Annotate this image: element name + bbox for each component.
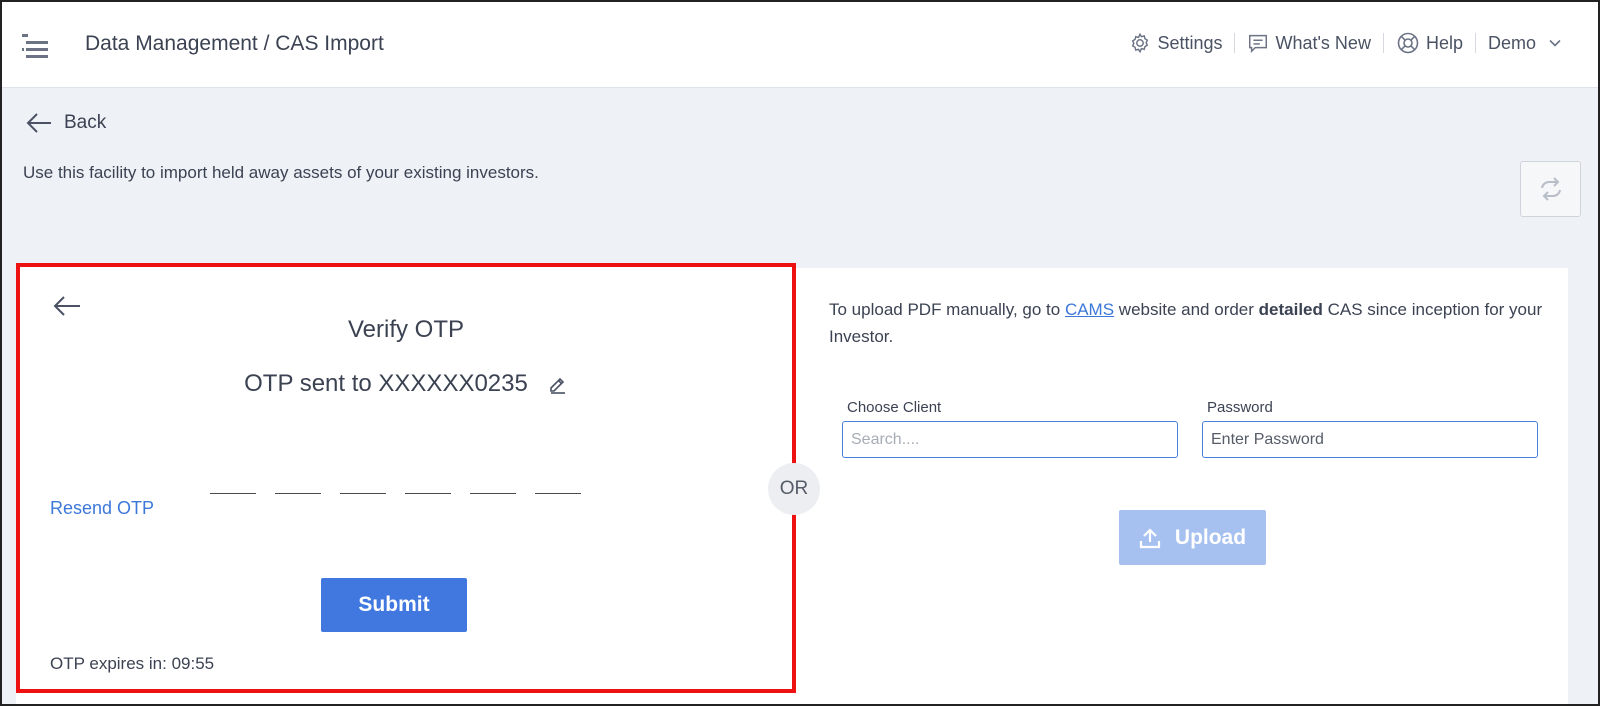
instructions-text-2: website and order [1114,300,1259,319]
top-bar: Data Management / CAS Import Settings Wh… [2,2,1598,88]
instructions-bold: detailed [1258,300,1323,319]
message-icon [1249,34,1268,54]
upload-label: Upload [1174,525,1247,549]
help-link[interactable]: Help [1396,31,1463,55]
otp-digit-2[interactable] [275,462,321,494]
otp-digit-6[interactable] [535,462,581,494]
upload-instructions: To upload PDF manually, go to CAMS websi… [829,296,1549,350]
refresh-icon [1540,177,1561,201]
upload-button[interactable]: Upload [1119,510,1266,565]
otp-digit-5[interactable] [470,462,516,494]
page-title: Data Management / CAS Import [85,32,384,55]
settings-link[interactable]: Settings [1129,32,1222,54]
submit-button[interactable]: Submit [321,578,467,632]
chevron-down-icon [1549,39,1561,47]
otp-digit-3[interactable] [340,462,386,494]
arrow-left-icon [26,113,51,133]
nav-divider [1474,33,1476,53]
top-nav: Settings What's New Help Demo [1129,28,1568,58]
otp-sent-text: OTP sent to XXXXXX0235 [244,370,528,397]
nav-divider [1234,33,1236,53]
gear-icon [1132,32,1149,54]
refresh-button[interactable] [1520,161,1581,217]
otp-digit-1[interactable] [210,462,256,494]
client-search-input[interactable] [842,421,1178,458]
choose-client-label: Choose Client [847,399,942,416]
menu-icon[interactable] [22,32,50,62]
back-label: Back [64,112,107,133]
whats-new-link[interactable]: What's New [1247,32,1371,54]
whats-new-label: What's New [1275,32,1371,53]
otp-expiry-text: OTP expires in: 09:55 [50,654,215,673]
otp-panel: Verify OTP OTP sent to XXXXXX0235 Resend… [16,263,796,693]
settings-label: Settings [1157,32,1223,53]
instructions-text-1: To upload PDF manually, go to [829,300,1065,319]
resend-otp-link[interactable]: Resend OTP [50,498,154,519]
user-menu[interactable]: Demo [1488,33,1568,54]
intro-text: Use this facility to import held away as… [23,163,539,182]
password-input[interactable] [1202,421,1538,458]
otp-input-group [210,462,600,494]
edit-number-button[interactable] [548,374,568,394]
app-window: Data Management / CAS Import Settings Wh… [0,0,1600,706]
verify-otp-title: Verify OTP [347,316,465,343]
cams-link[interactable]: CAMS [1065,300,1114,319]
upload-icon [1139,527,1161,548]
otp-digit-4[interactable] [405,462,451,494]
back-link[interactable]: Back [26,112,106,134]
pencil-icon [550,377,565,394]
password-label: Password [1207,399,1273,416]
arrow-left-icon [53,296,80,316]
otp-sent-row: OTP sent to XXXXXX0235 [20,370,792,398]
nav-divider [1382,33,1384,53]
user-name: Demo [1487,32,1536,53]
or-divider: OR [768,463,820,515]
help-label: Help [1425,32,1463,53]
lifebuoy-icon [1397,32,1419,54]
